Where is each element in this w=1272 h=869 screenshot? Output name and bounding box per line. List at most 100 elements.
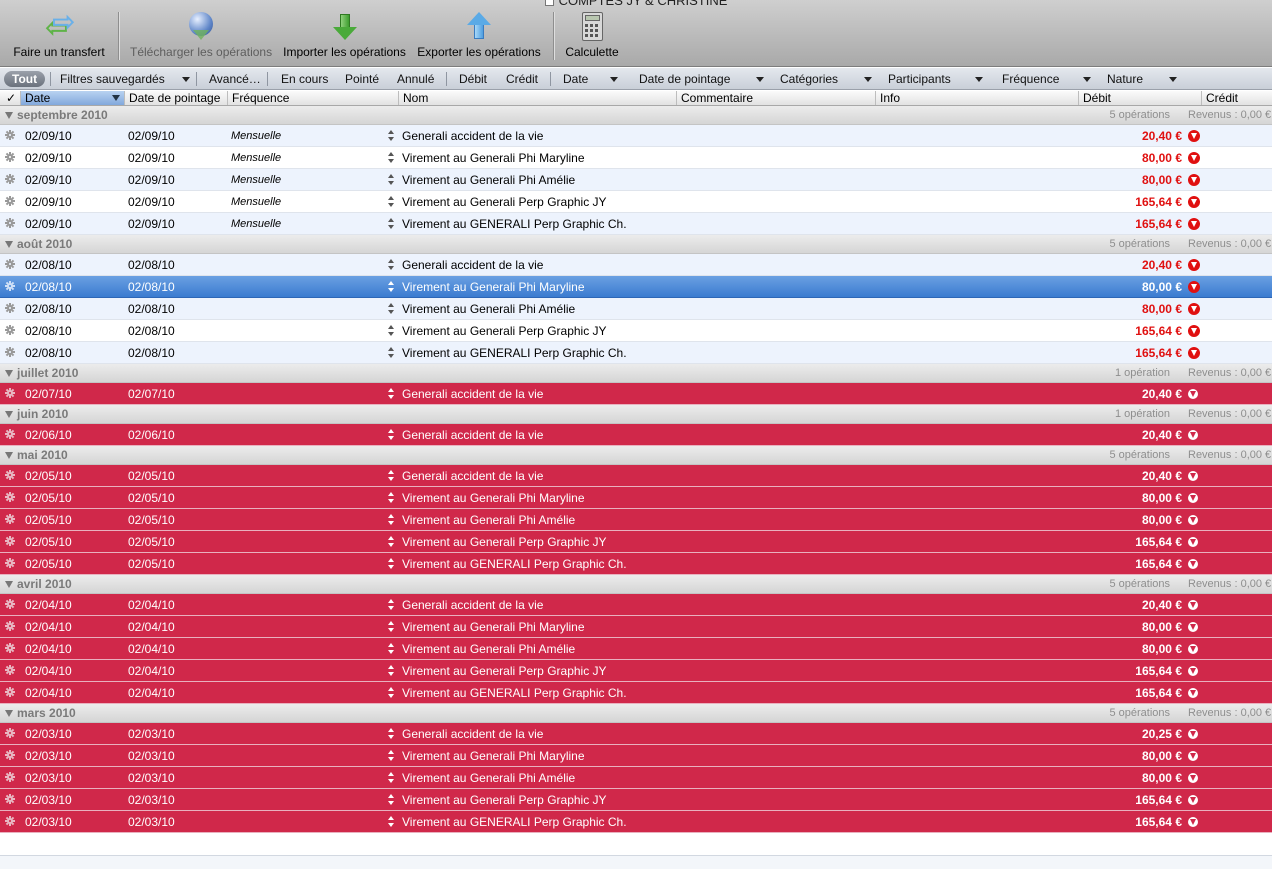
status-spinner-icon[interactable]	[5, 218, 15, 228]
table-row[interactable]: 02/03/10 02/03/10 Virement au Generali Phi…	[0, 745, 1272, 767]
filter-date-pointage-dropdown[interactable]: Date de pointage	[639, 72, 765, 87]
status-spinner-icon[interactable]	[5, 665, 15, 675]
stepper-icon[interactable]	[387, 815, 395, 829]
status-spinner-icon[interactable]	[5, 514, 15, 524]
filter-frequence-dropdown[interactable]: Fréquence	[1002, 72, 1092, 87]
stepper-icon[interactable]	[387, 302, 395, 316]
disclosure-triangle-icon[interactable]	[5, 452, 13, 459]
stepper-icon[interactable]	[387, 280, 395, 294]
table-row[interactable]: 02/08/10 02/08/10 Virement au Generali Phi…	[0, 276, 1272, 298]
table-row[interactable]: 02/09/10 02/09/10 Mensuelle Virement au Gen…	[0, 191, 1272, 213]
filter-tout[interactable]: Tout	[4, 71, 46, 87]
status-spinner-icon[interactable]	[5, 816, 15, 826]
stepper-icon[interactable]	[387, 727, 395, 741]
status-spinner-icon[interactable]	[5, 174, 15, 184]
stepper-icon[interactable]	[387, 749, 395, 763]
group-header[interactable]: septembre 2010 5 opérations Revenus : 0,00…	[0, 106, 1272, 125]
filter-saved-dropdown[interactable]: Filtres sauvegardés	[60, 72, 191, 87]
table-row[interactable]: 02/08/10 02/08/10 Virement au Generali Per…	[0, 320, 1272, 342]
table-row[interactable]: 02/04/10 02/04/10 Generali accident de la …	[0, 594, 1272, 616]
column-date-pointage[interactable]: Date de pointage	[125, 91, 228, 105]
table-row[interactable]: 02/08/10 02/08/10 Virement au Generali Phi…	[0, 298, 1272, 320]
table-row[interactable]: 02/04/10 02/04/10 Virement au Generali Per…	[0, 660, 1272, 682]
stepper-icon[interactable]	[387, 469, 395, 483]
transfer-button[interactable]: ⇦ ⇨ Faire un transfert	[10, 8, 108, 60]
table-row[interactable]: 02/05/10 02/05/10 Virement au Generali Phi…	[0, 509, 1272, 531]
stepper-icon[interactable]	[387, 535, 395, 549]
table-row[interactable]: 02/03/10 02/03/10 Virement au Generali Per…	[0, 789, 1272, 811]
export-operations-button[interactable]: Exporter les opérations	[416, 12, 542, 59]
filter-categories-dropdown[interactable]: Catégories	[780, 72, 873, 87]
disclosure-triangle-icon[interactable]	[5, 370, 13, 377]
stepper-icon[interactable]	[387, 557, 395, 571]
table-row[interactable]: 02/09/10 02/09/10 Mensuelle Generali accide…	[0, 125, 1272, 147]
download-operations-button[interactable]: Télécharger les opérations	[130, 12, 272, 59]
table-row[interactable]: 02/04/10 02/04/10 Virement au Generali Phi…	[0, 616, 1272, 638]
group-header[interactable]: mai 2010 5 opérations Revenus : 0,00 €	[0, 446, 1272, 465]
status-spinner-icon[interactable]	[5, 772, 15, 782]
stepper-icon[interactable]	[387, 793, 395, 807]
stepper-icon[interactable]	[387, 513, 395, 527]
status-spinner-icon[interactable]	[5, 621, 15, 631]
stepper-icon[interactable]	[387, 173, 395, 187]
group-header[interactable]: mars 2010 5 opérations Revenus : 0,00 €	[0, 704, 1272, 723]
stepper-icon[interactable]	[387, 387, 395, 401]
table-row[interactable]: 02/05/10 02/05/10 Generali accident de la …	[0, 465, 1272, 487]
status-spinner-icon[interactable]	[5, 599, 15, 609]
group-header[interactable]: avril 2010 5 opérations Revenus : 0,00 €	[0, 575, 1272, 594]
group-header[interactable]: juin 2010 1 opération Revenus : 0,00 €	[0, 405, 1272, 424]
status-spinner-icon[interactable]	[5, 429, 15, 439]
status-spinner-icon[interactable]	[5, 750, 15, 760]
stepper-icon[interactable]	[387, 642, 395, 656]
column-credit[interactable]: Crédit	[1202, 91, 1272, 105]
status-spinner-icon[interactable]	[5, 536, 15, 546]
stepper-icon[interactable]	[387, 771, 395, 785]
stepper-icon[interactable]	[387, 428, 395, 442]
status-spinner-icon[interactable]	[5, 388, 15, 398]
disclosure-triangle-icon[interactable]	[5, 112, 13, 119]
status-spinner-icon[interactable]	[5, 687, 15, 697]
stepper-icon[interactable]	[387, 258, 395, 272]
table-row[interactable]: 02/09/10 02/09/10 Mensuelle Virement au Gen…	[0, 147, 1272, 169]
table-row[interactable]: 02/05/10 02/05/10 Virement au Generali Phi…	[0, 487, 1272, 509]
disclosure-triangle-icon[interactable]	[5, 710, 13, 717]
status-spinner-icon[interactable]	[5, 325, 15, 335]
table-row[interactable]: 02/07/10 02/07/10 Generali accident de la …	[0, 383, 1272, 405]
filter-nature-dropdown[interactable]: Nature	[1107, 72, 1178, 87]
stepper-icon[interactable]	[387, 664, 395, 678]
table-row[interactable]: 02/03/10 02/03/10 Generali accident de la …	[0, 723, 1272, 745]
status-spinner-icon[interactable]	[5, 281, 15, 291]
status-spinner-icon[interactable]	[5, 259, 15, 269]
stepper-icon[interactable]	[387, 620, 395, 634]
table-row[interactable]: 02/05/10 02/05/10 Virement au Generali Per…	[0, 531, 1272, 553]
table-row[interactable]: 02/04/10 02/04/10 Virement au GENERALI Per…	[0, 682, 1272, 704]
filter-advanced[interactable]: Avancé…	[209, 72, 261, 87]
stepper-icon[interactable]	[387, 346, 395, 360]
table-row[interactable]: 02/03/10 02/03/10 Virement au GENERALI Per…	[0, 811, 1272, 833]
status-spinner-icon[interactable]	[5, 196, 15, 206]
table-row[interactable]: 02/06/10 02/06/10 Generali accident de la …	[0, 424, 1272, 446]
status-spinner-icon[interactable]	[5, 558, 15, 568]
stepper-icon[interactable]	[387, 217, 395, 231]
stepper-icon[interactable]	[387, 151, 395, 165]
column-frequence[interactable]: Fréquence	[228, 91, 399, 105]
filter-annule[interactable]: Annulé	[397, 72, 434, 87]
table-row[interactable]: 02/09/10 02/09/10 Mensuelle Virement au Gen…	[0, 169, 1272, 191]
calculator-button[interactable]: Calculette	[563, 12, 621, 59]
column-check[interactable]: ✓	[0, 91, 21, 105]
filter-credit[interactable]: Crédit	[506, 72, 538, 87]
group-header[interactable]: août 2010 5 opérations Revenus : 0,00 €	[0, 235, 1272, 254]
filter-debit[interactable]: Débit	[459, 72, 487, 87]
import-operations-button[interactable]: Importer les opérations	[281, 12, 408, 59]
status-spinner-icon[interactable]	[5, 728, 15, 738]
status-spinner-icon[interactable]	[5, 470, 15, 480]
status-spinner-icon[interactable]	[5, 794, 15, 804]
table-row[interactable]: 02/04/10 02/04/10 Virement au Generali Phi…	[0, 638, 1272, 660]
filter-participants-dropdown[interactable]: Participants	[888, 72, 983, 87]
stepper-icon[interactable]	[387, 598, 395, 612]
table-row[interactable]: 02/09/10 02/09/10 Mensuelle Virement au GEN…	[0, 213, 1272, 235]
status-spinner-icon[interactable]	[5, 152, 15, 162]
filter-date-dropdown[interactable]: Date	[563, 72, 619, 87]
disclosure-triangle-icon[interactable]	[5, 241, 13, 248]
status-spinner-icon[interactable]	[5, 492, 15, 502]
